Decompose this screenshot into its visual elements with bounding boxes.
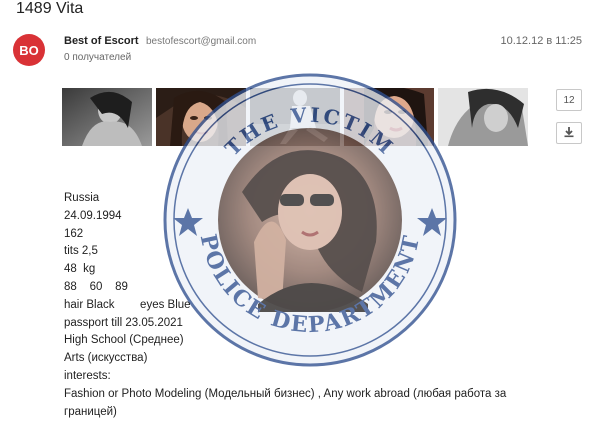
email-date: 10.12.12 в 11:25 [500, 35, 583, 47]
body-line: 24.09.1994 [64, 209, 122, 222]
body-line: Fashion or Photo Modeling (Модельный биз… [64, 387, 507, 400]
body-line: Russia [64, 192, 100, 204]
sender-email[interactable]: bestofescort@gmail.com [146, 36, 256, 47]
body-line: границей) [64, 405, 117, 418]
body-line: tits 2,5 [64, 245, 98, 258]
download-button[interactable] [556, 122, 582, 144]
body-line: 162 [64, 227, 84, 240]
body-line: interests: [64, 369, 111, 382]
body-line: 48 kg [64, 263, 96, 276]
body-line: 88 60 89 [64, 280, 128, 293]
recipients-count[interactable]: 0 получателей [64, 52, 131, 63]
body-line: Arts (искусства) [64, 352, 148, 365]
attachment-count-button[interactable]: 12 [556, 89, 582, 111]
download-icon [563, 126, 575, 141]
body-line: High School (Среднее) [64, 334, 184, 347]
body-line: passport till 23.05.2021 [64, 316, 183, 329]
email-body: Russia 24.09.1994 162 tits 2,5 48 kg 88 … [64, 190, 506, 421]
sender-avatar[interactable]: BO [13, 34, 45, 66]
sender-name[interactable]: Best of Escort [64, 35, 139, 47]
attachment-thumbnail-1[interactable] [62, 88, 152, 146]
email-subject: 1489 Vita [16, 0, 84, 17]
body-line: hair Black eyes Blue [64, 298, 191, 311]
